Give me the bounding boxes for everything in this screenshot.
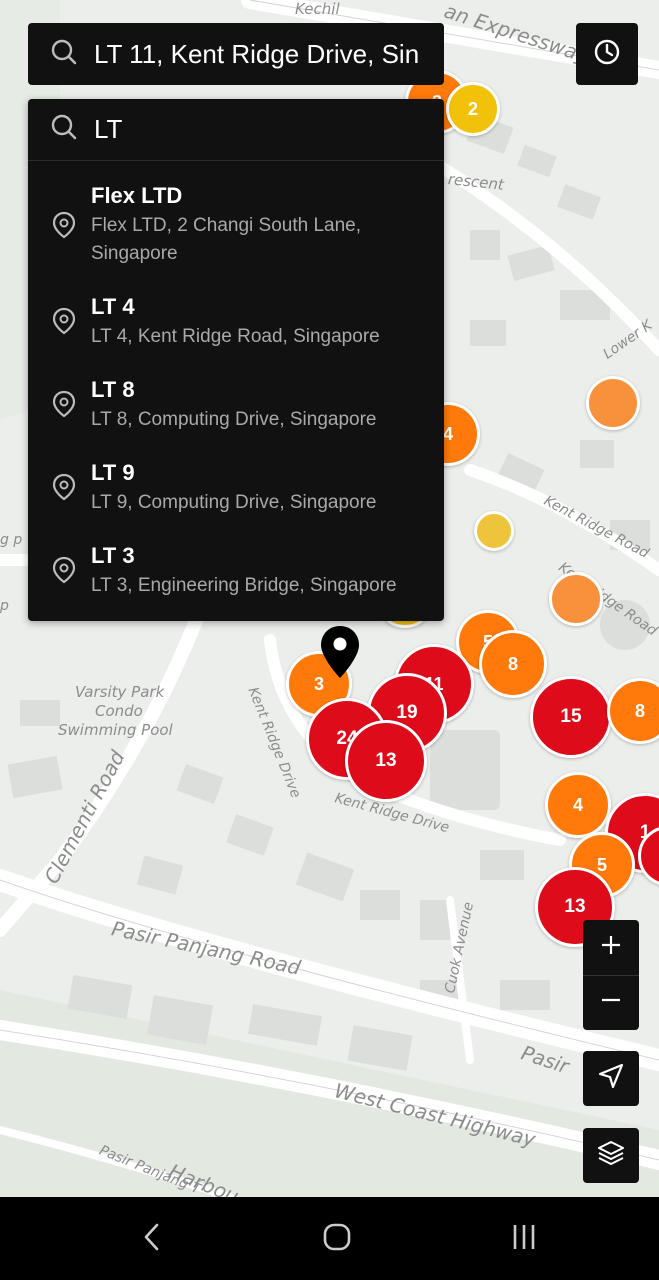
map-layers-button[interactable] [583,1128,639,1183]
cluster-marker[interactable]: 13 [345,720,427,802]
map-label: Varsity Park [75,683,165,701]
cluster-marker[interactable] [586,376,640,430]
result-address: LT 9, Computing Drive, Singapore [91,492,377,513]
minus-icon [600,989,622,1016]
search-bar[interactable]: LT 11, Kent Ridge Drive, Sin [28,23,444,85]
result-title: LT 9 [91,460,135,485]
search-result-item[interactable]: LT 3 LT 3, Engineering Bridge, Singapore [28,531,444,611]
map-pin-icon [51,211,77,244]
map-pin-icon [51,390,77,423]
zoom-out-button[interactable] [583,975,639,1030]
cluster-marker[interactable]: 8 [479,630,547,698]
search-input[interactable]: LT [28,99,444,161]
clock-icon [593,38,621,71]
map-pin-icon [51,556,77,589]
search-result-item[interactable]: LT 9 LT 9, Computing Drive, Singapore [28,448,444,528]
navigation-arrow-icon [597,1062,625,1095]
map-label: Kechil [295,0,340,18]
result-title: LT 8 [91,377,135,402]
back-button[interactable] [130,1217,174,1261]
history-button[interactable] [576,23,638,85]
search-query: LT [94,114,123,144]
back-chevron-icon [142,1222,162,1257]
home-circle-icon [322,1222,352,1257]
search-icon [50,113,78,146]
cluster-marker[interactable] [549,572,603,626]
system-navigation-bar [0,1197,659,1280]
result-title: Flex LTD [91,183,183,208]
result-address: Flex LTD, 2 Changi South Lane, Singapore [91,215,362,264]
zoom-controls [583,920,639,1030]
map-pin-icon [51,473,77,506]
cluster-marker[interactable]: 4 [545,772,611,838]
search-icon [50,38,78,71]
result-address: LT 8, Computing Drive, Singapore [91,409,377,430]
recents-icon [509,1222,539,1257]
search-result-item[interactable]: Flex LTD Flex LTD, 2 Changi South Lane, … [28,169,444,279]
home-button[interactable] [315,1217,359,1261]
result-title: LT 3 [91,543,135,568]
search-result-item[interactable]: LT 4 LT 4, Kent Ridge Road, Singapore [28,282,444,362]
plus-icon [600,934,622,961]
locate-me-button[interactable] [583,1051,639,1106]
map-label: g p [0,532,23,548]
cluster-marker[interactable] [474,511,514,551]
search-dropdown: LT Flex LTD Flex LTD, 2 Changi South Lan… [28,99,444,621]
zoom-in-button[interactable] [583,920,639,975]
location-pin-icon[interactable] [319,624,361,680]
recents-button[interactable] [502,1217,546,1261]
map-pin-icon [51,307,77,340]
map-label: Condo [95,702,143,720]
cluster-marker[interactable]: 2 [446,82,500,136]
map-label: Swimming Pool [58,721,173,739]
result-title: LT 4 [91,294,135,319]
cluster-marker[interactable]: 15 [530,676,612,758]
map-label: p [0,598,9,614]
search-current-value: LT 11, Kent Ridge Drive, Sin [94,38,420,69]
result-address: LT 4, Kent Ridge Road, Singapore [91,326,380,347]
search-result-item[interactable]: LT 8 LT 8, Computing Drive, Singapore [28,365,444,445]
layers-icon [596,1138,626,1173]
result-address: LT 3, Engineering Bridge, Singapore [91,575,397,596]
